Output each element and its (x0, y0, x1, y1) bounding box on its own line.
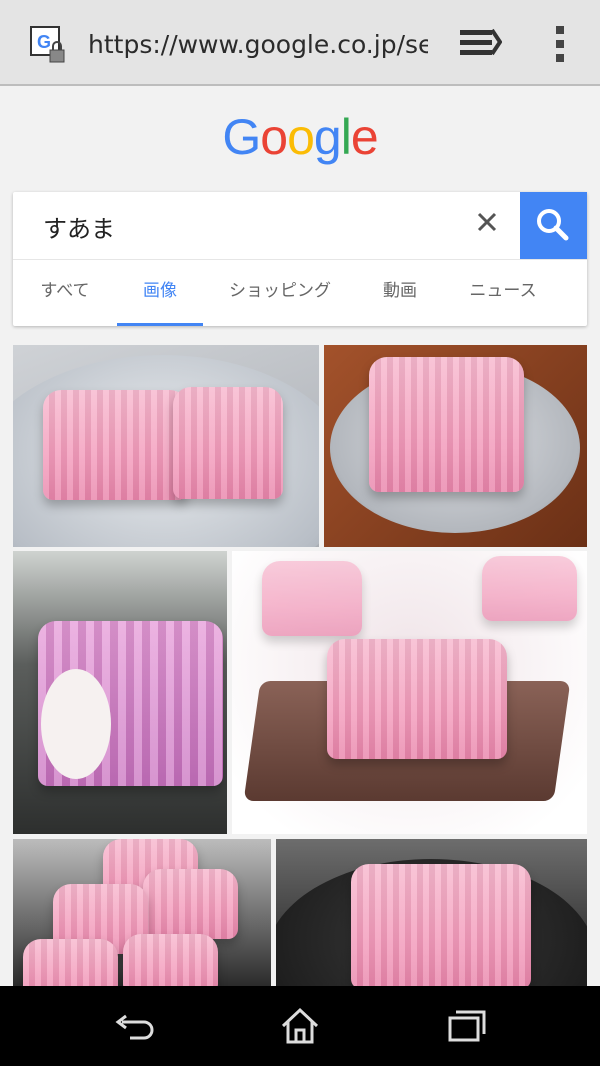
tab-shopping[interactable]: ショッピング (218, 260, 342, 326)
logo-letter: o (260, 109, 288, 165)
recents-icon[interactable] (444, 1004, 490, 1048)
home-icon[interactable] (277, 1004, 323, 1048)
image-result[interactable] (324, 345, 587, 547)
search-input[interactable] (41, 200, 465, 252)
image-result[interactable] (232, 551, 587, 834)
google-logo: Google (0, 108, 600, 166)
image-result[interactable] (276, 839, 587, 986)
image-result[interactable] (13, 839, 271, 986)
back-icon[interactable] (110, 1004, 156, 1048)
search-icon (537, 209, 569, 241)
tab-videos[interactable]: 動画 (363, 260, 437, 326)
browser-toolbar: G https://www.google.co.jp/search (0, 0, 600, 86)
logo-letter: e (350, 109, 379, 165)
logo-letter: o (287, 109, 315, 165)
close-icon[interactable] (473, 208, 501, 236)
tab-news[interactable]: ニュース (453, 260, 553, 326)
tabs-icon[interactable] (458, 26, 502, 62)
tab-images[interactable]: 画像 (117, 260, 203, 326)
google-secure-icon[interactable]: G (30, 26, 66, 64)
logo-letter: G (222, 109, 261, 165)
image-result[interactable] (13, 345, 319, 547)
system-nav-bar (0, 986, 600, 1066)
search-button[interactable] (520, 192, 587, 259)
overflow-menu-icon[interactable] (550, 22, 570, 66)
logo-letter: g (313, 109, 342, 165)
search-card: すべて 画像 ショッピング 動画 ニュース (13, 192, 587, 326)
svg-text:G: G (37, 32, 51, 52)
url-bar[interactable]: https://www.google.co.jp/search (88, 27, 428, 63)
logo-letter: l (340, 109, 352, 165)
image-result[interactable] (13, 551, 227, 834)
tab-all[interactable]: すべて (23, 260, 107, 326)
